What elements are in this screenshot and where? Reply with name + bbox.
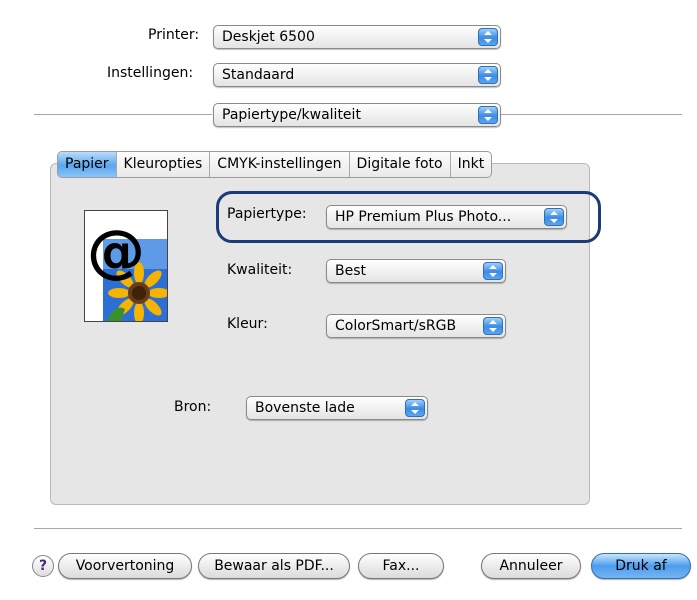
source-value: Bovenste lade: [255, 400, 355, 416]
printer-popup[interactable]: Deskjet 6500: [213, 25, 501, 49]
tab-kleuropties[interactable]: Kleuropties: [117, 152, 211, 177]
printer-value: Deskjet 6500: [222, 29, 315, 45]
source-popup[interactable]: Bovenste lade: [246, 396, 428, 420]
quality-value: Best: [335, 263, 367, 279]
popup-arrows-icon: [405, 399, 425, 417]
tab-bar: Papier Kleuropties CMYK-instellingen Dig…: [57, 151, 493, 178]
color-label: Kleur:: [227, 316, 268, 332]
cancel-button[interactable]: Annuleer: [481, 553, 581, 579]
presets-label: Instellingen:: [107, 65, 194, 81]
popup-arrows-icon: [478, 106, 498, 124]
printer-label: Printer:: [148, 27, 200, 43]
presets-popup[interactable]: Standaard: [213, 63, 501, 87]
tab-inkt[interactable]: Inkt: [451, 152, 492, 177]
quality-label: Kwaliteit:: [227, 262, 293, 278]
tab-cmyk-instellingen[interactable]: CMYK-instellingen: [210, 152, 350, 177]
color-value: ColorSmart/sRGB: [335, 318, 457, 334]
paper-type-popup[interactable]: HP Premium Plus Photo...: [326, 205, 567, 229]
paper-type-value: HP Premium Plus Photo...: [335, 209, 512, 225]
presets-value: Standaard: [222, 67, 295, 83]
tab-papier[interactable]: Papier: [58, 152, 117, 177]
popup-arrows-icon: [483, 317, 503, 335]
popup-arrows-icon: [483, 262, 503, 280]
source-label: Bron:: [174, 399, 212, 415]
svg-text:@: @: [87, 217, 145, 285]
panel-menu-value: Papiertype/kwaliteit: [222, 107, 361, 123]
popup-arrows-icon: [478, 28, 498, 46]
paper-preview-image: @: [84, 210, 168, 322]
save-pdf-button[interactable]: Bewaar als PDF...: [198, 553, 350, 579]
separator-line: [34, 114, 212, 115]
preview-button[interactable]: Voorvertoning: [58, 553, 192, 579]
tab-digitale-foto[interactable]: Digitale foto: [350, 152, 451, 177]
popup-arrows-icon: [478, 66, 498, 84]
popup-arrows-icon: [544, 208, 564, 226]
paper-type-label: Papiertype:: [227, 206, 307, 222]
print-button[interactable]: Druk af: [591, 553, 691, 579]
panel-menu-popup[interactable]: Papiertype/kwaliteit: [213, 103, 501, 127]
help-button[interactable]: ?: [32, 555, 54, 577]
color-popup[interactable]: ColorSmart/sRGB: [326, 314, 506, 338]
separator-line: [34, 528, 682, 529]
fax-button[interactable]: Fax...: [358, 553, 444, 579]
quality-popup[interactable]: Best: [326, 259, 506, 283]
separator-line: [500, 114, 682, 115]
